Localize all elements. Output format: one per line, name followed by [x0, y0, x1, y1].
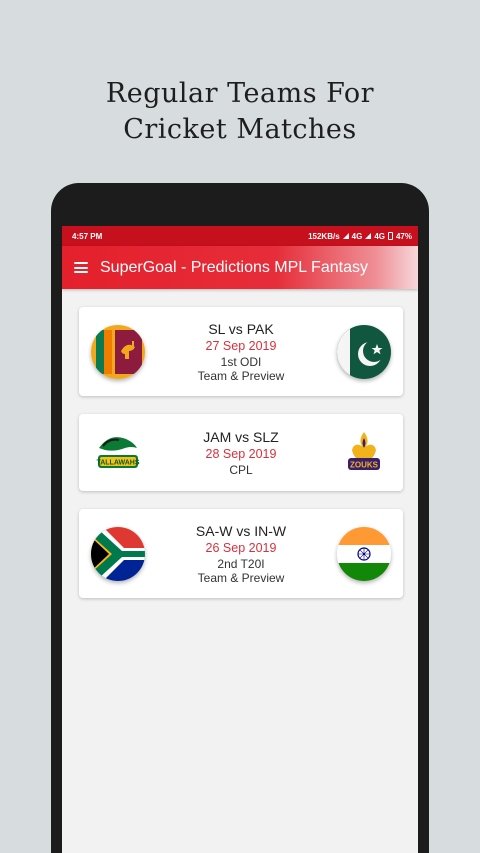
hamburger-menu-icon[interactable] — [74, 262, 88, 273]
app-title: SuperGoal - Predictions MPL Fantasy — [100, 258, 368, 276]
promo-title: Regular Teams For Cricket Matches — [0, 76, 480, 148]
network-type-1: 4G — [351, 231, 363, 241]
south-africa-flag-icon — [91, 526, 145, 581]
svg-text:TALLAWAHS: TALLAWAHS — [96, 459, 139, 466]
match-date: 27 Sep 2019 — [205, 339, 277, 353]
match-preview-label: Team & Preview — [197, 571, 285, 585]
signal-icon-2 — [365, 233, 372, 239]
svg-text:ZOUKS: ZOUKS — [350, 460, 379, 469]
promo-title-line-1: Regular Teams For — [105, 78, 375, 109]
match-info: SL vs PAK 27 Sep 2019 1st ODI Team & Pre… — [149, 307, 333, 396]
match-list: SL vs PAK 27 Sep 2019 1st ODI Team & Pre… — [62, 289, 418, 598]
match-date: 28 Sep 2019 — [205, 447, 277, 461]
match-preview-label: Team & Preview — [197, 369, 285, 383]
phone-screen: 4:57 PM 152KB/s 4G 4G 47% SuperGoal - Pr… — [62, 226, 418, 853]
sri-lanka-flag-icon — [91, 324, 145, 379]
app-bar: SuperGoal - Predictions MPL Fantasy — [62, 246, 418, 289]
match-info: JAM vs SLZ 28 Sep 2019 CPL — [149, 414, 333, 491]
match-type: 1st ODI — [220, 355, 262, 369]
status-indicators: 152KB/s 4G 4G 47% — [308, 232, 412, 241]
india-flag-icon — [337, 526, 391, 581]
network-type-2: 4G — [374, 231, 385, 241]
match-teams: JAM vs SLZ — [203, 429, 279, 445]
match-card-sa-w-vs-in-w[interactable]: SA-W vs IN-W 26 Sep 2019 2nd T20I Team &… — [79, 509, 403, 598]
match-type: CPL — [229, 463, 253, 477]
match-teams: SL vs PAK — [208, 321, 274, 337]
st-lucia-zouks-logo-icon: ZOUKS — [339, 428, 389, 478]
match-date: 26 Sep 2019 — [205, 541, 277, 555]
promo-title-line-2: Cricket Matches — [123, 114, 357, 145]
jamaica-tallawahs-logo-icon: TALLAWAHS — [93, 428, 143, 478]
match-info: SA-W vs IN-W 26 Sep 2019 2nd T20I Team &… — [149, 509, 333, 598]
pakistan-flag-icon — [337, 324, 391, 379]
network-speed: 152KB/s — [308, 231, 340, 241]
battery-level: 47% — [395, 231, 412, 241]
status-bar: 4:57 PM 152KB/s 4G 4G 47% — [62, 226, 418, 246]
match-card-sl-vs-pak[interactable]: SL vs PAK 27 Sep 2019 1st ODI Team & Pre… — [79, 307, 403, 396]
match-card-jam-vs-slz[interactable]: TALLAWAHS JAM vs SLZ 28 Sep 2019 CPL ZOU… — [79, 414, 403, 491]
match-teams: SA-W vs IN-W — [195, 523, 287, 539]
battery-icon — [387, 232, 393, 240]
signal-icon — [342, 233, 349, 239]
match-type: 2nd T20I — [217, 557, 265, 571]
status-time: 4:57 PM — [72, 231, 103, 241]
